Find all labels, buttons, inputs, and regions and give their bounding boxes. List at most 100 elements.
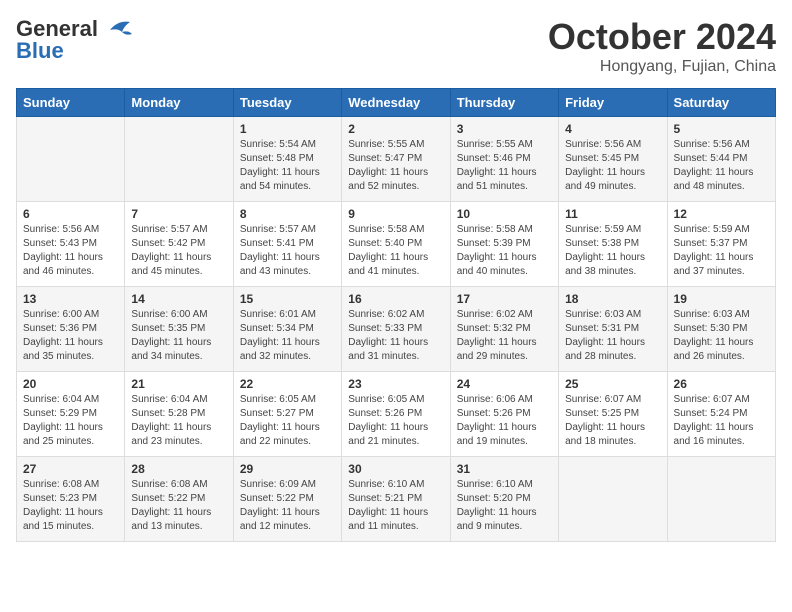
day-info: Sunrise: 6:00 AM Sunset: 5:35 PM Dayligh… [131,308,226,364]
day-number: 21 [131,377,226,391]
day-number: 22 [240,377,335,391]
logo: General Blue [16,16,134,64]
calendar-cell: 29 Sunrise: 6:09 AM Sunset: 5:22 PM Dayli… [233,457,341,542]
day-info: Sunrise: 5:55 AM Sunset: 5:46 PM Dayligh… [457,138,552,194]
day-info: Sunrise: 5:54 AM Sunset: 5:48 PM Dayligh… [240,138,335,194]
day-info: Sunrise: 5:58 AM Sunset: 5:40 PM Dayligh… [348,223,443,279]
day-info: Sunrise: 6:07 AM Sunset: 5:25 PM Dayligh… [565,393,660,449]
day-info: Sunrise: 5:57 AM Sunset: 5:41 PM Dayligh… [240,223,335,279]
weekday-header-saturday: Saturday [667,89,775,117]
day-info: Sunrise: 6:08 AM Sunset: 5:22 PM Dayligh… [131,478,226,534]
calendar-cell: 7Sunrise: 5:57 AM Sunset: 5:42 PM Daylig… [125,202,233,287]
logo-text-blue: Blue [16,38,64,64]
calendar-cell: 28 Sunrise: 6:08 AM Sunset: 5:22 PM Dayli… [125,457,233,542]
day-info: Sunrise: 5:58 AM Sunset: 5:39 PM Dayligh… [457,223,552,279]
day-info: Sunrise: 6:01 AM Sunset: 5:34 PM Dayligh… [240,308,335,364]
day-number: 26 [674,377,769,391]
day-info: Sunrise: 5:56 AM Sunset: 5:44 PM Dayligh… [674,138,769,194]
calendar-cell: 6 Sunrise: 5:56 AM Sunset: 5:43 PM Daylig… [17,202,125,287]
day-info: Sunrise: 5:59 AM Sunset: 5:38 PM Dayligh… [565,223,660,279]
day-info: Sunrise: 5:56 AM Sunset: 5:43 PM Dayligh… [23,223,118,279]
calendar-cell: 2Sunrise: 5:55 AM Sunset: 5:47 PM Daylig… [342,117,450,202]
day-number: 30 [348,462,443,476]
day-number: 31 [457,462,552,476]
calendar-cell: 21Sunrise: 6:04 AM Sunset: 5:28 PM Dayli… [125,372,233,457]
weekday-header-wednesday: Wednesday [342,89,450,117]
weekday-header-friday: Friday [559,89,667,117]
weekday-header-tuesday: Tuesday [233,89,341,117]
day-number: 5 [674,122,769,136]
calendar-cell [17,117,125,202]
calendar-cell: 23 Sunrise: 6:05 AM Sunset: 5:26 PM Dayli… [342,372,450,457]
day-info: Sunrise: 5:55 AM Sunset: 5:47 PM Dayligh… [348,138,443,194]
calendar-week-row: 20Sunrise: 6:04 AM Sunset: 5:29 PM Dayli… [17,372,776,457]
day-info: Sunrise: 6:00 AM Sunset: 5:36 PM Dayligh… [23,308,118,364]
weekday-header-monday: Monday [125,89,233,117]
calendar-cell: 17 Sunrise: 6:02 AM Sunset: 5:32 PM Dayli… [450,287,558,372]
day-info: Sunrise: 6:05 AM Sunset: 5:26 PM Dayligh… [348,393,443,449]
day-info: Sunrise: 6:10 AM Sunset: 5:20 PM Dayligh… [457,478,552,534]
calendar-cell: 1Sunrise: 5:54 AM Sunset: 5:48 PM Daylig… [233,117,341,202]
day-number: 19 [674,292,769,306]
day-info: Sunrise: 5:59 AM Sunset: 5:37 PM Dayligh… [674,223,769,279]
weekday-header-sunday: Sunday [17,89,125,117]
calendar-cell: 22 Sunrise: 6:05 AM Sunset: 5:27 PM Dayli… [233,372,341,457]
day-number: 14 [131,292,226,306]
calendar-cell [667,457,775,542]
day-number: 3 [457,122,552,136]
calendar-week-row: 1Sunrise: 5:54 AM Sunset: 5:48 PM Daylig… [17,117,776,202]
calendar-cell: 16Sunrise: 6:02 AM Sunset: 5:33 PM Dayli… [342,287,450,372]
calendar-cell: 12 Sunrise: 5:59 AM Sunset: 5:37 PM Dayli… [667,202,775,287]
calendar-cell: 5 Sunrise: 5:56 AM Sunset: 5:44 PM Daylig… [667,117,775,202]
calendar-cell: 31 Sunrise: 6:10 AM Sunset: 5:20 PM Dayli… [450,457,558,542]
calendar-cell: 27Sunrise: 6:08 AM Sunset: 5:23 PM Dayli… [17,457,125,542]
calendar-cell: 14 Sunrise: 6:00 AM Sunset: 5:35 PM Dayli… [125,287,233,372]
day-number: 17 [457,292,552,306]
calendar-cell: 11 Sunrise: 5:59 AM Sunset: 5:38 PM Dayli… [559,202,667,287]
calendar-cell: 26 Sunrise: 6:07 AM Sunset: 5:24 PM Dayli… [667,372,775,457]
day-info: Sunrise: 6:07 AM Sunset: 5:24 PM Dayligh… [674,393,769,449]
day-info: Sunrise: 6:03 AM Sunset: 5:30 PM Dayligh… [674,308,769,364]
calendar-header-row: SundayMondayTuesdayWednesdayThursdayFrid… [17,89,776,117]
day-number: 4 [565,122,660,136]
day-number: 29 [240,462,335,476]
day-number: 12 [674,207,769,221]
day-number: 7 [131,207,226,221]
calendar-cell: 4 Sunrise: 5:56 AM Sunset: 5:45 PM Daylig… [559,117,667,202]
calendar-table: SundayMondayTuesdayWednesdayThursdayFrid… [16,88,776,542]
day-number: 27 [23,462,118,476]
day-number: 16 [348,292,443,306]
calendar-cell: 25 Sunrise: 6:07 AM Sunset: 5:25 PM Dayli… [559,372,667,457]
calendar-cell: 30 Sunrise: 6:10 AM Sunset: 5:21 PM Dayli… [342,457,450,542]
day-number: 10 [457,207,552,221]
location-subtitle: Hongyang, Fujian, China [548,58,776,76]
calendar-week-row: 6 Sunrise: 5:56 AM Sunset: 5:43 PM Daylig… [17,202,776,287]
calendar-cell [559,457,667,542]
day-number: 24 [457,377,552,391]
day-number: 6 [23,207,118,221]
calendar-cell: 9Sunrise: 5:58 AM Sunset: 5:40 PM Daylig… [342,202,450,287]
logo-bird-icon [102,18,134,40]
calendar-week-row: 27Sunrise: 6:08 AM Sunset: 5:23 PM Dayli… [17,457,776,542]
day-number: 11 [565,207,660,221]
calendar-week-row: 13 Sunrise: 6:00 AM Sunset: 5:36 PM Dayli… [17,287,776,372]
month-title: October 2024 [548,16,776,58]
day-info: Sunrise: 6:03 AM Sunset: 5:31 PM Dayligh… [565,308,660,364]
day-number: 25 [565,377,660,391]
calendar-cell: 18Sunrise: 6:03 AM Sunset: 5:31 PM Dayli… [559,287,667,372]
day-number: 20 [23,377,118,391]
day-info: Sunrise: 6:05 AM Sunset: 5:27 PM Dayligh… [240,393,335,449]
calendar-cell: 8Sunrise: 5:57 AM Sunset: 5:41 PM Daylig… [233,202,341,287]
day-info: Sunrise: 6:09 AM Sunset: 5:22 PM Dayligh… [240,478,335,534]
day-number: 28 [131,462,226,476]
calendar-cell: 24Sunrise: 6:06 AM Sunset: 5:26 PM Dayli… [450,372,558,457]
day-info: Sunrise: 6:02 AM Sunset: 5:32 PM Dayligh… [457,308,552,364]
calendar-cell: 19 Sunrise: 6:03 AM Sunset: 5:30 PM Dayli… [667,287,775,372]
weekday-header-thursday: Thursday [450,89,558,117]
day-info: Sunrise: 5:56 AM Sunset: 5:45 PM Dayligh… [565,138,660,194]
day-number: 23 [348,377,443,391]
title-block: October 2024 Hongyang, Fujian, China [548,16,776,76]
day-info: Sunrise: 6:10 AM Sunset: 5:21 PM Dayligh… [348,478,443,534]
day-number: 13 [23,292,118,306]
calendar-cell: 10 Sunrise: 5:58 AM Sunset: 5:39 PM Dayli… [450,202,558,287]
